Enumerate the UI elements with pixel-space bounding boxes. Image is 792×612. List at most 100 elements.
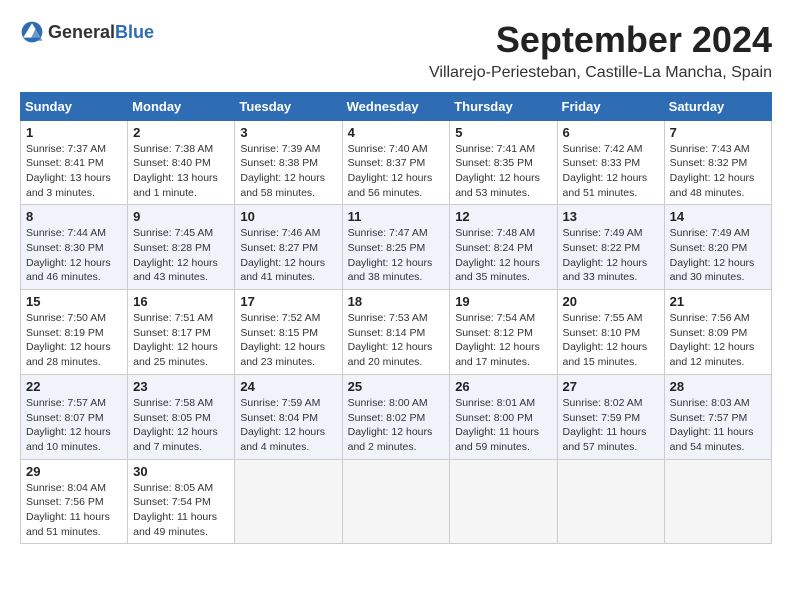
table-row: 13Sunrise: 7:49 AMSunset: 8:22 PMDayligh… [557, 205, 664, 290]
table-row: 2Sunrise: 7:38 AMSunset: 8:40 PMDaylight… [128, 120, 235, 205]
day-number: 9 [133, 209, 229, 224]
day-number: 29 [26, 464, 122, 479]
day-info: Sunrise: 8:01 AMSunset: 8:00 PMDaylight:… [455, 396, 551, 455]
day-number: 30 [133, 464, 229, 479]
month-title: September 2024 [429, 20, 772, 60]
table-row: 9 Sunrise: 7:45 AMSunset: 8:28 PMDaylight… [128, 205, 235, 290]
day-number: 7 [670, 125, 766, 140]
day-info: Sunrise: 7:55 AMSunset: 8:10 PMDaylight:… [563, 311, 659, 370]
header-monday: Monday [128, 92, 235, 120]
day-info: Sunrise: 7:39 AMSunset: 8:38 PMDaylight:… [240, 142, 336, 201]
table-row: 23 Sunrise: 7:58 AMSunset: 8:05 PMDayligh… [128, 374, 235, 459]
day-info: Sunrise: 7:48 AMSunset: 8:24 PMDaylight:… [455, 226, 551, 285]
day-number: 23 [133, 379, 229, 394]
table-row: 15 Sunrise: 7:50 AMSunset: 8:19 PMDayligh… [21, 290, 128, 375]
day-number: 24 [240, 379, 336, 394]
day-info: Sunrise: 7:46 AMSunset: 8:27 PMDaylight:… [240, 226, 336, 285]
table-row: 29 Sunrise: 8:04 AMSunset: 7:56 PMDayligh… [21, 459, 128, 544]
table-row: 25Sunrise: 8:00 AMSunset: 8:02 PMDayligh… [342, 374, 450, 459]
title-section: September 2024 Villarejo-Periesteban, Ca… [429, 20, 772, 82]
day-info: Sunrise: 7:38 AMSunset: 8:40 PMDaylight:… [133, 142, 229, 201]
table-row: 17Sunrise: 7:52 AMSunset: 8:15 PMDayligh… [235, 290, 342, 375]
day-info: Sunrise: 7:50 AMSunset: 8:19 PMDaylight:… [26, 311, 122, 370]
table-row: 1 Sunrise: 7:37 AMSunset: 8:41 PMDaylight… [21, 120, 128, 205]
day-number: 16 [133, 294, 229, 309]
day-info: Sunrise: 8:02 AMSunset: 7:59 PMDaylight:… [563, 396, 659, 455]
day-info: Sunrise: 8:04 AMSunset: 7:56 PMDaylight:… [26, 481, 122, 540]
day-number: 13 [563, 209, 659, 224]
day-number: 18 [348, 294, 445, 309]
table-row: 8 Sunrise: 7:44 AMSunset: 8:30 PMDaylight… [21, 205, 128, 290]
day-info: Sunrise: 7:47 AMSunset: 8:25 PMDaylight:… [348, 226, 445, 285]
day-number: 25 [348, 379, 445, 394]
day-info: Sunrise: 7:57 AMSunset: 8:07 PMDaylight:… [26, 396, 122, 455]
day-number: 1 [26, 125, 122, 140]
day-info: Sunrise: 7:58 AMSunset: 8:05 PMDaylight:… [133, 396, 229, 455]
table-row: 16Sunrise: 7:51 AMSunset: 8:17 PMDayligh… [128, 290, 235, 375]
logo-general-text: General [48, 23, 115, 41]
day-number: 27 [563, 379, 659, 394]
day-number: 21 [670, 294, 766, 309]
table-row: 19Sunrise: 7:54 AMSunset: 8:12 PMDayligh… [450, 290, 557, 375]
table-row [664, 459, 771, 544]
table-row [235, 459, 342, 544]
table-row: 7 Sunrise: 7:43 AMSunset: 8:32 PMDaylight… [664, 120, 771, 205]
header-friday: Friday [557, 92, 664, 120]
day-number: 10 [240, 209, 336, 224]
day-info: Sunrise: 7:53 AMSunset: 8:14 PMDaylight:… [348, 311, 445, 370]
location-title: Villarejo-Periesteban, Castille-La Manch… [429, 64, 772, 82]
table-row: 4Sunrise: 7:40 AMSunset: 8:37 PMDaylight… [342, 120, 450, 205]
header-tuesday: Tuesday [235, 92, 342, 120]
table-row: 18 Sunrise: 7:53 AMSunset: 8:14 PMDayligh… [342, 290, 450, 375]
table-row: 11 Sunrise: 7:47 AMSunset: 8:25 PMDayligh… [342, 205, 450, 290]
day-info: Sunrise: 7:37 AMSunset: 8:41 PMDaylight:… [26, 142, 122, 201]
table-row: 20 Sunrise: 7:55 AMSunset: 8:10 PMDayligh… [557, 290, 664, 375]
table-row: 10 Sunrise: 7:46 AMSunset: 8:27 PMDayligh… [235, 205, 342, 290]
logo: General Blue [20, 20, 154, 44]
day-info: Sunrise: 7:44 AMSunset: 8:30 PMDaylight:… [26, 226, 122, 285]
calendar-header-row: Sunday Monday Tuesday Wednesday Thursday… [21, 92, 772, 120]
day-number: 11 [348, 209, 445, 224]
table-row: 28 Sunrise: 8:03 AMSunset: 7:57 PMDayligh… [664, 374, 771, 459]
week-row-4: 22 Sunrise: 7:57 AMSunset: 8:07 PMDayligh… [21, 374, 772, 459]
day-info: Sunrise: 7:52 AMSunset: 8:15 PMDaylight:… [240, 311, 336, 370]
table-row: 3 Sunrise: 7:39 AMSunset: 8:38 PMDaylight… [235, 120, 342, 205]
table-row: 5Sunrise: 7:41 AMSunset: 8:35 PMDaylight… [450, 120, 557, 205]
day-info: Sunrise: 7:45 AMSunset: 8:28 PMDaylight:… [133, 226, 229, 285]
table-row: 27 Sunrise: 8:02 AMSunset: 7:59 PMDayligh… [557, 374, 664, 459]
header-saturday: Saturday [664, 92, 771, 120]
day-number: 14 [670, 209, 766, 224]
day-number: 5 [455, 125, 551, 140]
day-info: Sunrise: 7:49 AMSunset: 8:20 PMDaylight:… [670, 226, 766, 285]
table-row: 26 Sunrise: 8:01 AMSunset: 8:00 PMDayligh… [450, 374, 557, 459]
day-info: Sunrise: 7:56 AMSunset: 8:09 PMDaylight:… [670, 311, 766, 370]
table-row [450, 459, 557, 544]
header-wednesday: Wednesday [342, 92, 450, 120]
day-number: 20 [563, 294, 659, 309]
table-row: 22 Sunrise: 7:57 AMSunset: 8:07 PMDayligh… [21, 374, 128, 459]
week-row-1: 1 Sunrise: 7:37 AMSunset: 8:41 PMDaylight… [21, 120, 772, 205]
day-info: Sunrise: 7:42 AMSunset: 8:33 PMDaylight:… [563, 142, 659, 201]
day-info: Sunrise: 8:03 AMSunset: 7:57 PMDaylight:… [670, 396, 766, 455]
day-number: 22 [26, 379, 122, 394]
day-number: 28 [670, 379, 766, 394]
day-number: 12 [455, 209, 551, 224]
day-number: 26 [455, 379, 551, 394]
day-info: Sunrise: 7:54 AMSunset: 8:12 PMDaylight:… [455, 311, 551, 370]
logo-blue-text: Blue [115, 23, 154, 41]
day-number: 15 [26, 294, 122, 309]
day-number: 3 [240, 125, 336, 140]
table-row [557, 459, 664, 544]
table-row: 12 Sunrise: 7:48 AMSunset: 8:24 PMDayligh… [450, 205, 557, 290]
day-info: Sunrise: 8:05 AMSunset: 7:54 PMDaylight:… [133, 481, 229, 540]
week-row-3: 15 Sunrise: 7:50 AMSunset: 8:19 PMDayligh… [21, 290, 772, 375]
day-number: 8 [26, 209, 122, 224]
day-info: Sunrise: 7:43 AMSunset: 8:32 PMDaylight:… [670, 142, 766, 201]
logo-icon [20, 20, 44, 44]
table-row: 6 Sunrise: 7:42 AMSunset: 8:33 PMDaylight… [557, 120, 664, 205]
day-info: Sunrise: 7:59 AMSunset: 8:04 PMDaylight:… [240, 396, 336, 455]
day-info: Sunrise: 7:40 AMSunset: 8:37 PMDaylight:… [348, 142, 445, 201]
day-number: 6 [563, 125, 659, 140]
week-row-2: 8 Sunrise: 7:44 AMSunset: 8:30 PMDaylight… [21, 205, 772, 290]
week-row-5: 29 Sunrise: 8:04 AMSunset: 7:56 PMDayligh… [21, 459, 772, 544]
